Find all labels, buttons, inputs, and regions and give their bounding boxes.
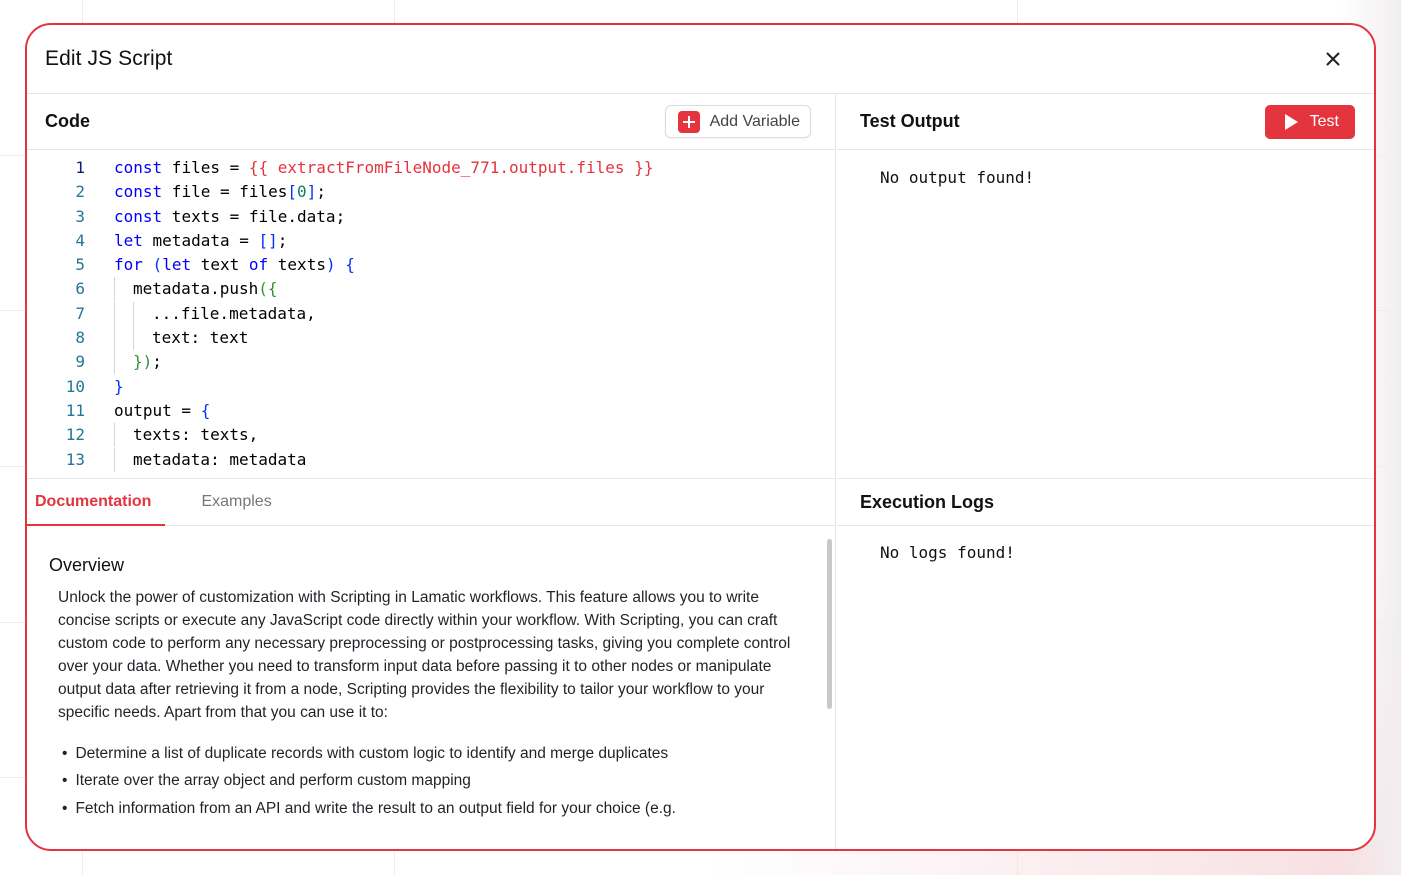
line-number: 3 <box>75 206 85 226</box>
line-number: 8 <box>75 328 85 348</box>
edit-script-modal: Edit JS Script Code Add Variable 1 const… <box>25 23 1376 851</box>
overview-paragraph: Unlock the power of customization with S… <box>58 589 791 722</box>
code-line: 1 const files = {{ extractFromFileNode_7… <box>27 156 835 180</box>
code-line: 8 text: text <box>27 326 835 351</box>
close-icon <box>1326 52 1340 66</box>
add-variable-button[interactable]: Add Variable <box>664 105 811 138</box>
docs-tabs: Documentation Examples <box>27 479 835 526</box>
test-button-label: Test <box>1309 112 1339 130</box>
line-number: 10 <box>65 376 85 396</box>
overview-heading: Overview <box>49 555 125 575</box>
code-line: 13 metadata: metadata <box>27 447 835 472</box>
list-item: Determine a list of duplicate records wi… <box>62 740 799 768</box>
list-item: Iterate over the array object and perfor… <box>62 767 799 795</box>
tab-documentation[interactable]: Documentation <box>27 479 166 526</box>
modal-header: Edit JS Script <box>27 25 1374 94</box>
code-text: metadata.push({ <box>85 277 278 302</box>
code-line: 7 ...file.metadata, <box>27 301 835 326</box>
line-number: 12 <box>65 425 85 445</box>
execution-logs-area: No logs found! <box>837 527 1374 849</box>
code-text: texts: texts, <box>85 423 258 448</box>
test-output-area: No output found! <box>837 150 1374 478</box>
code-text: ...file.metadata, <box>85 301 316 326</box>
code-text: output = { <box>114 400 211 420</box>
code-text: text: text <box>85 326 248 351</box>
code-line: 3 const texts = file.data; <box>27 205 835 229</box>
code-line: 2 const file = files[0]; <box>27 180 835 204</box>
play-icon <box>1284 113 1298 130</box>
test-button[interactable]: Test <box>1264 104 1355 139</box>
template-variable: {{ extractFromFileNode_771.output.files … <box>248 158 654 177</box>
code-text: } <box>114 376 124 396</box>
line-number: 11 <box>65 400 85 420</box>
tab-examples[interactable]: Examples <box>165 479 285 525</box>
code-line: 12 texts: texts, <box>27 423 835 448</box>
documentation-content: Overview Unlock the power of customizati… <box>27 527 835 849</box>
output-text: No output found! <box>880 168 1035 187</box>
code-pane-title: Code <box>45 111 90 131</box>
line-number: 7 <box>75 303 85 323</box>
line-number: 2 <box>75 182 85 202</box>
logs-text: No logs found! <box>880 543 1015 562</box>
close-button[interactable] <box>1320 46 1346 72</box>
test-output-title: Test Output <box>860 111 960 131</box>
code-text: let metadata = []; <box>114 230 288 250</box>
code-line: 5 for (let text of texts) { <box>27 253 835 277</box>
code-editor[interactable]: 1 const files = {{ extractFromFileNode_7… <box>27 150 835 478</box>
code-text: const file = files[0]; <box>114 182 326 202</box>
code-text: }); <box>85 350 162 375</box>
code-line: 4 let metadata = []; <box>27 229 835 253</box>
add-variable-label: Add Variable <box>709 112 800 130</box>
modal-title: Edit JS Script <box>45 47 173 70</box>
execution-logs-header: Execution Logs <box>837 479 1374 526</box>
code-pane-header: Code Add Variable <box>27 94 835 150</box>
doc-scrollbar[interactable] <box>827 539 832 709</box>
code-text: const texts = file.data; <box>114 206 346 226</box>
code-line: 9 }); <box>27 350 835 375</box>
line-number: 5 <box>75 255 85 275</box>
line-number: 9 <box>75 352 85 372</box>
code-text: const files = {{ extractFromFileNode_771… <box>114 158 654 177</box>
line-number: 4 <box>75 230 85 250</box>
list-item: Fetch information from an API and write … <box>62 795 799 823</box>
right-column: Test Output Test No output found! Execut… <box>837 94 1374 849</box>
code-text: metadata: metadata <box>85 447 306 472</box>
line-number: 13 <box>65 449 85 469</box>
left-column: Code Add Variable 1 const files = {{ ext… <box>27 94 836 849</box>
test-output-header: Test Output Test <box>837 94 1374 150</box>
code-text: for (let text of texts) { <box>114 255 355 275</box>
use-case-list: Determine a list of duplicate records wi… <box>49 740 799 823</box>
execution-logs-title: Execution Logs <box>860 491 995 512</box>
code-line: 6 metadata.push({ <box>27 277 835 302</box>
code-line: 11 output = { <box>27 399 835 423</box>
line-number: 1 <box>75 158 85 177</box>
code-line: 10 } <box>27 375 835 399</box>
plus-icon <box>677 110 700 133</box>
line-number: 6 <box>75 279 85 299</box>
